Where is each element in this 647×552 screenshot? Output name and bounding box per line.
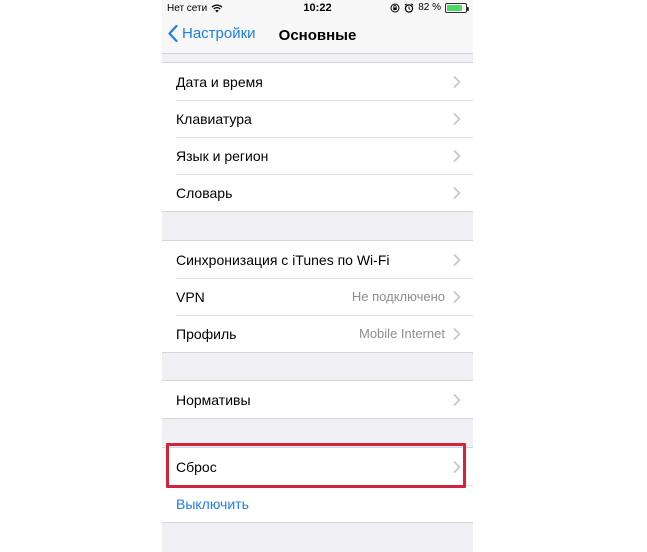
settings-group-reset: Сброс Выключить xyxy=(162,447,473,523)
row-label: Синхронизация с iTunes по Wi-Fi xyxy=(176,251,390,268)
battery-percent: 82 % xyxy=(418,2,441,13)
chevron-right-icon xyxy=(453,112,461,125)
chevron-left-icon xyxy=(168,25,178,42)
chevron-right-icon xyxy=(453,327,461,340)
row-reset[interactable]: Сброс xyxy=(162,448,473,485)
battery-icon xyxy=(445,2,469,13)
row-vpn[interactable]: VPN Не подключено xyxy=(162,278,473,315)
row-regulatory[interactable]: Нормативы xyxy=(162,381,473,418)
navigation-bar: Настройки Основные xyxy=(162,18,473,54)
back-button[interactable]: Настройки xyxy=(168,25,256,42)
settings-group-datetime: Дата и время Клавиатура Язык и регион Сл… xyxy=(162,62,473,212)
row-itunes-wifi-sync[interactable]: Синхронизация с iTunes по Wi-Fi xyxy=(162,241,473,278)
settings-group-regulatory: Нормативы xyxy=(162,380,473,419)
row-value: Не подключено xyxy=(351,289,445,304)
orientation-lock-icon xyxy=(390,3,400,12)
row-dictionary[interactable]: Словарь xyxy=(162,174,473,211)
chevron-right-icon xyxy=(453,460,461,473)
chevron-right-icon xyxy=(453,75,461,88)
row-label: Клавиатура xyxy=(176,110,252,127)
row-label: Язык и регион xyxy=(176,147,269,164)
row-label: Словарь xyxy=(176,184,233,201)
shutdown-label: Выключить xyxy=(176,495,249,512)
row-label: Профиль xyxy=(176,325,237,342)
battery-level xyxy=(447,4,462,11)
row-label: Нормативы xyxy=(176,391,251,408)
settings-group-network: Синхронизация с iTunes по Wi-Fi VPN Не п… xyxy=(162,240,473,353)
status-bar: Нет сети 10:22 82 % xyxy=(162,0,473,18)
chevron-right-icon xyxy=(453,186,461,199)
chevron-right-icon xyxy=(453,290,461,303)
row-label: VPN xyxy=(176,288,205,305)
back-button-label: Настройки xyxy=(182,25,256,42)
shutdown-button[interactable]: Выключить xyxy=(162,485,473,522)
chevron-right-icon xyxy=(453,393,461,406)
row-label: Сброс xyxy=(176,458,217,475)
row-value: Mobile Internet xyxy=(359,326,445,341)
row-profile[interactable]: Профиль Mobile Internet xyxy=(162,315,473,352)
row-keyboard[interactable]: Клавиатура xyxy=(162,100,473,137)
alarm-icon xyxy=(404,2,414,13)
row-date-time[interactable]: Дата и время xyxy=(162,63,473,100)
settings-screen: Нет сети 10:22 82 % Настройки Основные Д… xyxy=(162,0,473,552)
chevron-right-icon xyxy=(453,253,461,266)
row-label: Дата и время xyxy=(176,73,263,90)
chevron-right-icon xyxy=(453,149,461,162)
row-language-region[interactable]: Язык и регион xyxy=(162,137,473,174)
